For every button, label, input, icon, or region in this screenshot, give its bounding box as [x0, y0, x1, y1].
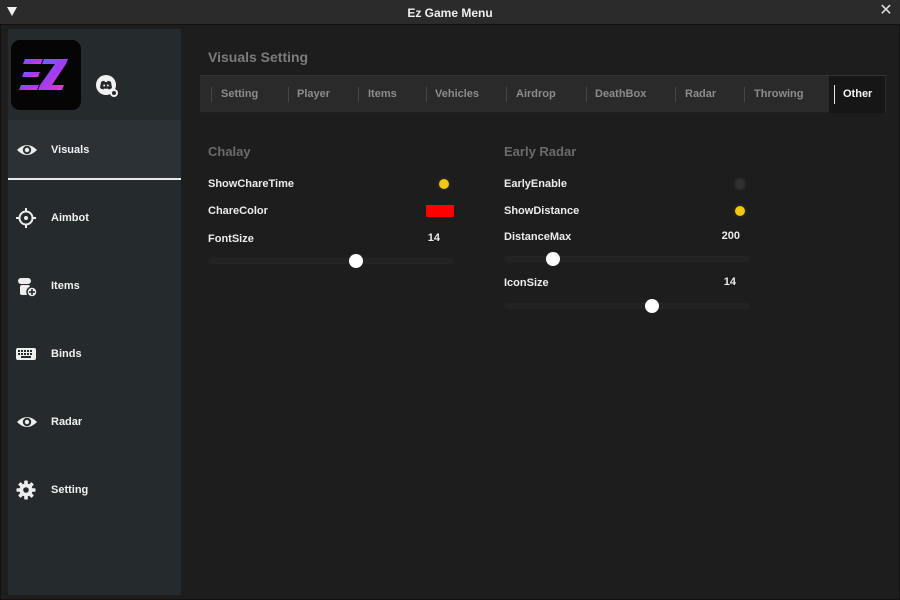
sidebar-item-binds[interactable]: Binds	[8, 324, 181, 384]
sidebar: Visuals Aimbot Items Binds Radar Setting	[8, 29, 181, 595]
chare-color-label: ChareColor	[208, 205, 268, 217]
font-size-slider[interactable]	[208, 254, 454, 268]
font-size-value: 14	[427, 232, 440, 244]
show-distance-toggle[interactable]	[733, 204, 747, 218]
tab-vehicles[interactable]: Vehicles	[426, 76, 504, 113]
chare-color-swatch[interactable]	[426, 205, 454, 217]
keyboard-icon	[16, 344, 36, 364]
section-title-chalay: Chalay	[208, 144, 251, 159]
icon-size-label: IconSize	[504, 277, 549, 289]
tab-other[interactable]: Other	[829, 76, 885, 113]
page-title: Visuals Setting	[208, 49, 309, 65]
window-title: Ez Game Menu	[407, 6, 493, 20]
sidebar-item-label: Visuals	[51, 144, 90, 156]
slider-thumb[interactable]	[644, 299, 659, 313]
sidebar-item-label: Radar	[51, 416, 83, 428]
show-chare-time-label: ShowChareTime	[208, 178, 294, 190]
tab-throwing[interactable]: Throwing	[744, 76, 826, 113]
eye-icon	[16, 140, 37, 160]
sidebar-item-items[interactable]: Items	[8, 256, 181, 316]
tab-radar[interactable]: Radar	[675, 76, 737, 113]
slider-thumb[interactable]	[348, 254, 363, 268]
sidebar-item-radar[interactable]: Radar	[8, 392, 181, 452]
ez-logo	[11, 40, 81, 110]
eye-icon	[16, 412, 37, 432]
gear-icon	[16, 480, 36, 500]
sidebar-item-label: Aimbot	[51, 212, 89, 224]
icon-size-slider[interactable]	[504, 299, 750, 313]
sidebar-item-setting[interactable]: Setting	[8, 460, 181, 520]
tab-items[interactable]: Items	[358, 76, 424, 113]
tab-airdrop[interactable]: Airdrop	[506, 76, 584, 113]
tab-player[interactable]: Player	[288, 76, 356, 113]
close-icon[interactable]: ✕	[878, 3, 894, 19]
items-add-icon	[16, 276, 38, 298]
distance-max-label: DistanceMax	[504, 231, 572, 243]
font-size-label: FontSize	[208, 233, 254, 245]
sidebar-item-label: Items	[51, 280, 80, 292]
sidebar-item-visuals[interactable]: Visuals	[8, 120, 181, 180]
early-enable-label: EarlyEnable	[504, 178, 567, 190]
sidebar-item-label: Binds	[51, 348, 82, 360]
sidebar-item-aimbot[interactable]: Aimbot	[8, 188, 181, 248]
discord-icon[interactable]	[96, 75, 118, 97]
distance-max-value: 200	[721, 230, 740, 242]
tab-bar: Setting Player Items Vehicles Airdrop De…	[200, 75, 886, 113]
slider-thumb[interactable]	[546, 252, 561, 266]
title-bar: Ez Game Menu ✕	[0, 0, 900, 25]
section-title-early-radar: Early Radar	[504, 144, 577, 159]
tab-setting[interactable]: Setting	[211, 76, 283, 113]
sidebar-item-label: Setting	[51, 484, 89, 496]
icon-size-value: 14	[723, 276, 736, 288]
menu-window: Visuals Aimbot Items Binds Radar Setting…	[0, 25, 900, 600]
tab-deathbox[interactable]: DeathBox	[586, 76, 672, 113]
show-distance-label: ShowDistance	[504, 205, 580, 217]
show-chare-time-toggle[interactable]	[437, 177, 451, 191]
distance-max-slider[interactable]	[504, 252, 750, 266]
crosshair-icon	[16, 208, 36, 228]
early-enable-toggle[interactable]	[733, 177, 747, 191]
